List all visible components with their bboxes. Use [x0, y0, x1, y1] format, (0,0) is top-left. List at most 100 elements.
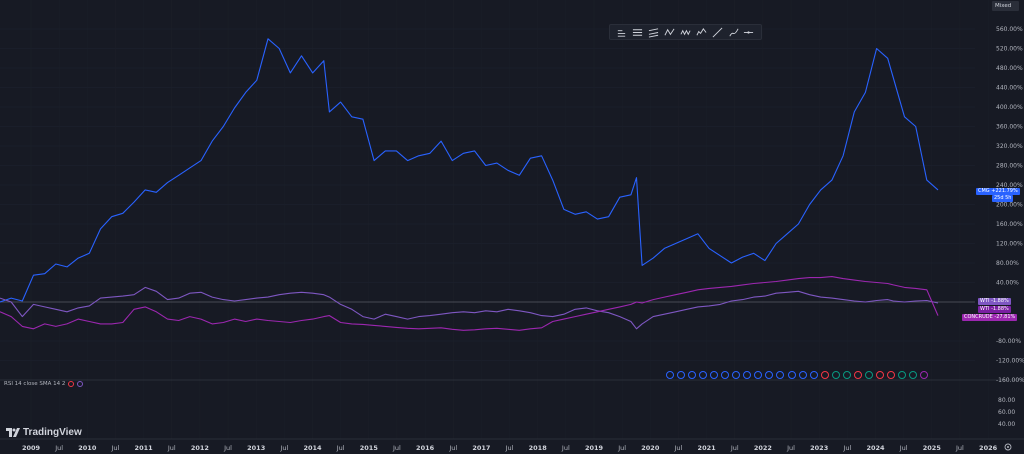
price-tick-label: 360.00%: [996, 124, 1023, 131]
events-row: [666, 371, 929, 379]
time-tick-label: Jul: [786, 444, 795, 452]
settings-gear-icon[interactable]: [1004, 443, 1012, 451]
time-axis: 2009 Jul 2010 Jul 2011 Jul 2012 Jul 2013 Jul 2014 J…: [22, 444, 998, 452]
time-tick-label: 2023: [810, 444, 828, 452]
price-tick-label: 40.00%: [996, 280, 1019, 287]
event-marker-icon[interactable]: [677, 371, 686, 379]
horizontal-lines-icon[interactable]: [632, 26, 644, 38]
event-marker-icon[interactable]: [809, 371, 818, 379]
event-marker-icon[interactable]: [853, 371, 862, 379]
event-marker-icon[interactable]: [776, 371, 785, 379]
zigzag-icon[interactable]: [679, 26, 691, 38]
cmg-countdown: 25d 5h: [994, 195, 1012, 201]
concrude-last-value: -27.81%: [994, 314, 1016, 320]
cmg-price-tag: CMG +221.79%: [976, 188, 1020, 195]
wti2-ticker: WTI: [980, 306, 990, 312]
cmg-countdown-tag: 25d 5h: [992, 195, 1014, 202]
price-tick-label: 160.00%: [996, 221, 1023, 228]
time-tick-label: Jul: [167, 444, 176, 452]
price-axis: 560.00% 520.00% 480.00% 440.00% 400.00% 360.0…: [996, 26, 1024, 384]
event-marker-icon[interactable]: [666, 371, 674, 379]
event-marker-icon[interactable]: [820, 371, 829, 379]
trend-line-icon[interactable]: [711, 26, 723, 38]
time-tick-label: 2011: [135, 444, 154, 452]
series-line-concrude-3[interactable]: [0, 276, 939, 331]
cmg-ticker: CMG: [978, 188, 990, 194]
rsi-badge-purple-icon[interactable]: [77, 381, 84, 387]
wti2-price-tag: WTI -1.88%: [978, 306, 1011, 313]
time-tick-label: 2020: [641, 444, 660, 452]
price-tick-label: 320.00%: [996, 143, 1023, 150]
cursor-lines-icon[interactable]: [616, 26, 628, 38]
time-tick-label: 2025: [923, 444, 942, 452]
time-tick-label: Jul: [448, 444, 457, 452]
tradingview-logo[interactable]: TradingView: [6, 427, 82, 438]
rsi-legend: RSI 14 close SMA 14 2: [4, 381, 84, 387]
time-tick-label: 2021: [698, 444, 717, 452]
event-marker-icon[interactable]: [875, 371, 884, 379]
wti1-last-value: -1.88%: [991, 298, 1009, 304]
event-marker-icon[interactable]: [743, 371, 752, 379]
price-tick-label: 280.00%: [996, 163, 1023, 170]
price-tick-label: -80.00%: [996, 338, 1021, 345]
event-marker-icon[interactable]: [897, 371, 906, 379]
time-tick-label: Jul: [111, 444, 120, 452]
parallel-lines-icon[interactable]: [648, 26, 660, 38]
price-tick-label: 480.00%: [996, 65, 1023, 72]
price-tick-label: 560.00%: [996, 26, 1023, 33]
tradingview-logo-icon: [6, 428, 20, 437]
price-tick-label: 400.00%: [996, 104, 1023, 111]
rsi-badge-red-icon[interactable]: [68, 381, 75, 387]
time-tick-label: 2009: [22, 444, 41, 452]
event-marker-icon[interactable]: [710, 371, 719, 379]
event-marker-icon[interactable]: [688, 371, 697, 379]
time-tick-label: Jul: [617, 444, 626, 452]
time-tick-label: 2015: [360, 444, 379, 452]
event-marker-icon[interactable]: [842, 371, 851, 379]
time-tick-label: 2014: [303, 444, 322, 452]
time-tick-label: 2016: [416, 444, 435, 452]
event-marker-icon[interactable]: [864, 371, 873, 379]
rsi-axis: 80.00 60.00 40.00: [998, 397, 1015, 428]
event-marker-icon[interactable]: [787, 371, 796, 379]
series-line-cmg-0[interactable]: [0, 38, 939, 303]
time-tick-label: Jul: [279, 444, 288, 452]
price-tick-label: 120.00%: [996, 241, 1023, 248]
series-layer: [0, 38, 939, 331]
event-marker-icon[interactable]: [721, 371, 730, 379]
event-marker-icon[interactable]: [886, 371, 895, 379]
event-marker-icon[interactable]: [699, 371, 708, 379]
event-marker-icon[interactable]: [765, 371, 774, 379]
concrude-ticker: CONCRUDE: [964, 314, 993, 320]
price-tick-label: 80.00%: [996, 260, 1019, 267]
event-marker-icon[interactable]: [831, 371, 840, 379]
event-marker-icon[interactable]: [754, 371, 763, 379]
event-marker-icon[interactable]: [920, 371, 929, 379]
brush-icon[interactable]: [727, 26, 739, 38]
time-tick-label: Jul: [561, 444, 570, 452]
rsi-legend-text: RSI 14 close SMA 14 2: [4, 381, 66, 387]
time-tick-label: Jul: [730, 444, 739, 452]
multi-wave-icon[interactable]: [695, 26, 707, 38]
rsi-tick-label: 40.00: [998, 421, 1015, 428]
wave-icon[interactable]: [664, 26, 676, 38]
rsi-tick-label: 80.00: [998, 397, 1015, 404]
time-tick-label: 2024: [866, 444, 885, 452]
scale-mode-select[interactable]: Mixed: [992, 1, 1019, 11]
event-marker-icon[interactable]: [798, 371, 807, 379]
time-tick-label: Jul: [223, 444, 232, 452]
time-tick-label: 2012: [191, 444, 209, 452]
time-tick-label: Jul: [955, 444, 964, 452]
hline-icon[interactable]: [743, 26, 755, 38]
time-tick-label: Jul: [54, 444, 63, 452]
event-marker-icon[interactable]: [909, 371, 918, 379]
time-tick-label: Jul: [392, 444, 401, 452]
time-tick-label: 2018: [529, 444, 548, 452]
drawing-toolbar: [609, 24, 762, 40]
time-tick-label: 2019: [585, 444, 604, 452]
event-marker-icon[interactable]: [732, 371, 741, 379]
wti1-price-tag: WTI -1.88%: [978, 298, 1011, 305]
time-tick-label: 2010: [78, 444, 97, 452]
time-tick-label: 2017: [472, 444, 490, 452]
time-tick-label: Jul: [505, 444, 514, 452]
